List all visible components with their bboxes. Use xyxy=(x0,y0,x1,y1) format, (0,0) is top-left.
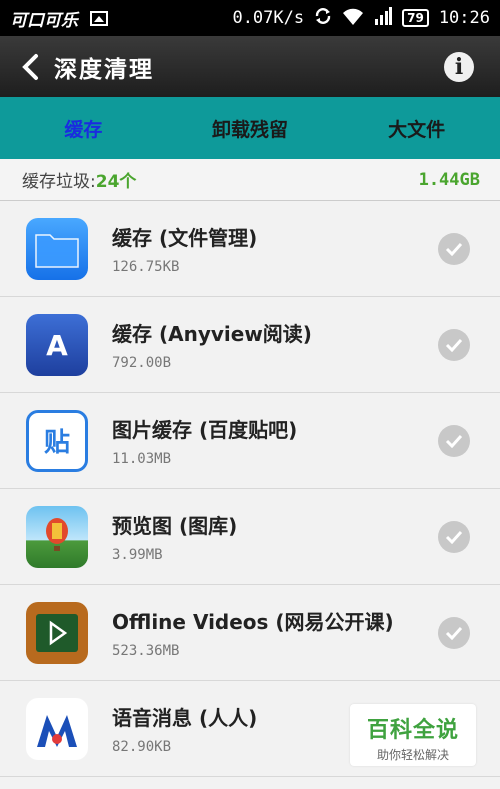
check-icon[interactable] xyxy=(438,329,470,361)
gallery-balloon-icon xyxy=(26,505,88,568)
list-item[interactable]: Offline Videos (网易公开课) 523.36MB xyxy=(0,585,500,681)
item-name: 缓存 (Anyview阅读) xyxy=(112,322,312,346)
book-icon: A xyxy=(26,313,88,376)
summary-bar: 缓存垃圾:24个 1.44GB xyxy=(0,159,500,201)
battery-indicator: 79 xyxy=(402,9,429,27)
summary-total-size: 1.44GB xyxy=(418,169,480,190)
play-board-icon xyxy=(26,601,88,664)
chevron-left-icon xyxy=(22,53,38,80)
folder-icon xyxy=(26,217,88,280)
network-speed: 0.07K/s xyxy=(232,8,305,28)
info-button[interactable]: i xyxy=(444,52,474,82)
item-size: 11.03MB xyxy=(112,451,172,467)
tab-cache[interactable]: 缓存 xyxy=(0,97,167,159)
list-item[interactable]: 缓存 (文件管理) 126.75KB xyxy=(0,201,500,297)
tab-bar: 缓存 卸载残留 大文件 xyxy=(0,97,500,159)
item-size: 82.90KB xyxy=(112,739,172,755)
check-icon[interactable] xyxy=(438,233,470,265)
tab-uninstall-residue[interactable]: 卸载残留 xyxy=(167,97,334,159)
renren-icon xyxy=(26,697,88,760)
svg-text:贴: 贴 xyxy=(44,428,70,458)
signal-icon xyxy=(374,6,393,30)
list-item[interactable]: 预览图 (图库) 3.99MB xyxy=(0,489,500,585)
watermark-title: 百科全说 xyxy=(366,718,459,743)
wifi-icon xyxy=(342,7,364,30)
list-item[interactable]: 贴 图片缓存 (百度贴吧) 11.03MB xyxy=(0,393,500,489)
watermark-subtitle: 助你轻松解决 xyxy=(376,748,449,762)
info-icon: i xyxy=(454,54,464,80)
item-name: Offline Videos (网易公开课) xyxy=(112,610,394,634)
item-name: 语音消息 (人人) xyxy=(112,706,258,730)
item-name: 缓存 (文件管理) xyxy=(112,226,258,250)
watermark-logo: 百科全说 助你轻松解决 xyxy=(350,704,476,766)
summary-label: 缓存垃圾: xyxy=(22,172,96,192)
sync-icon xyxy=(314,7,332,30)
item-size: 126.75KB xyxy=(112,259,180,275)
list-item[interactable]: A 缓存 (Anyview阅读) 792.00B xyxy=(0,297,500,393)
back-button[interactable] xyxy=(6,36,54,97)
check-icon[interactable] xyxy=(438,521,470,553)
item-name: 图片缓存 (百度贴吧) xyxy=(112,418,298,442)
check-icon[interactable] xyxy=(438,617,470,649)
tieba-icon: 贴 xyxy=(26,409,88,472)
check-icon[interactable] xyxy=(438,425,470,457)
carrier-logo: 可口可乐 xyxy=(10,10,78,31)
item-size: 792.00B xyxy=(112,355,172,371)
title-bar: 深度清理 i xyxy=(0,36,500,97)
item-name: 预览图 (图库) xyxy=(112,514,238,538)
image-notification-icon xyxy=(90,10,108,26)
item-size: 3.99MB xyxy=(112,547,163,563)
cache-list: 缓存 (文件管理) 126.75KB A 缓存 (Anyview阅读) 792.… xyxy=(0,201,500,777)
svg-text:A: A xyxy=(46,329,68,362)
tab-large-files[interactable]: 大文件 xyxy=(333,97,500,159)
clock: 10:26 xyxy=(438,8,490,28)
summary-count: 24个 xyxy=(95,172,137,192)
status-bar: 可口可乐 0.07K/s 79 10:26 xyxy=(0,0,500,36)
item-size: 523.36MB xyxy=(112,643,180,659)
page-title: 深度清理 xyxy=(54,56,154,83)
